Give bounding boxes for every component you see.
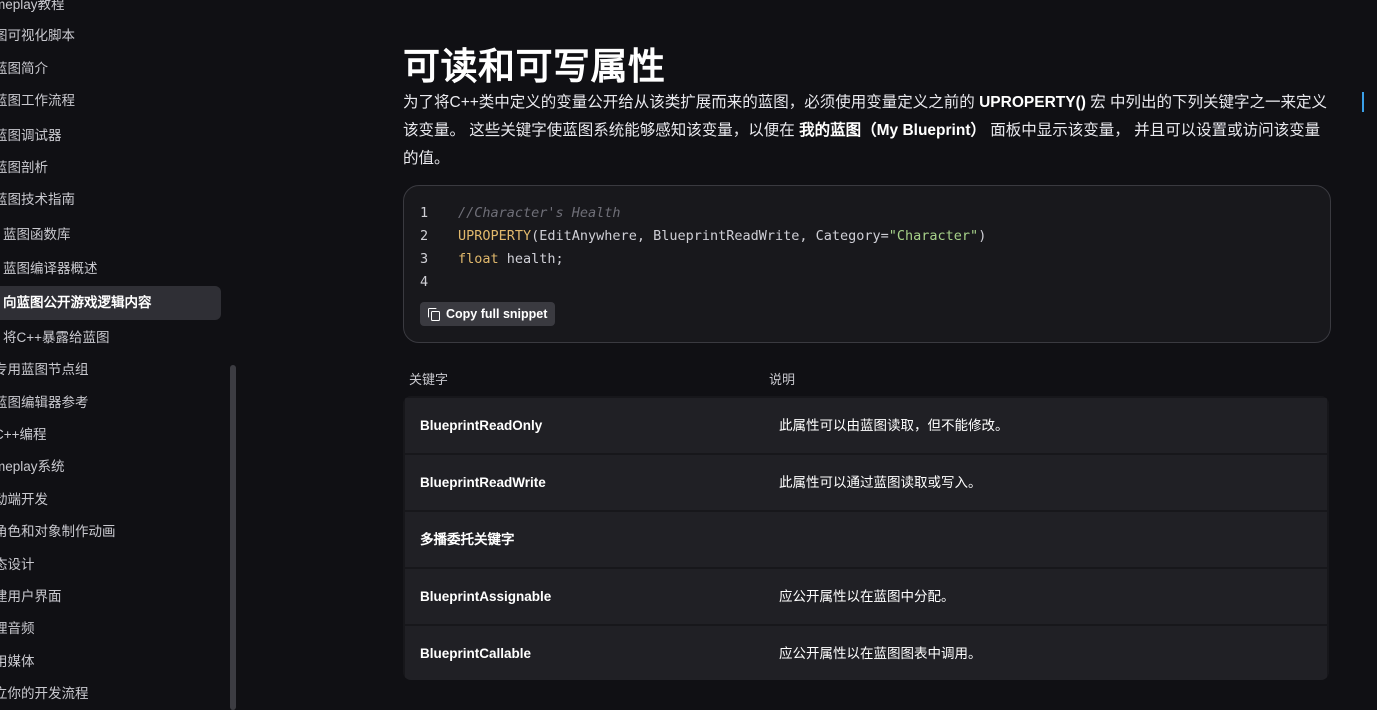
- code-args: (EditAnywhere, BlueprintReadWrite, Categ…: [531, 228, 889, 244]
- table-cell-description: 此属性可以通过蓝图读取或写入。: [779, 475, 982, 490]
- toc-active-marker: [1362, 92, 1364, 112]
- copy-snippet-label: Copy full snippet: [446, 307, 548, 321]
- sidebar-item[interactable]: 蓝图剖析: [0, 152, 48, 184]
- sidebar-scrollbar[interactable]: [230, 365, 236, 710]
- line-number: 4: [420, 274, 429, 290]
- code-line: 4: [420, 271, 458, 294]
- code-line: 3 float health;: [420, 248, 564, 271]
- code-declaration: health;: [498, 251, 564, 267]
- table-row: BlueprintReadOnly 此属性可以由蓝图读取，但不能修改。: [405, 398, 1327, 453]
- code-args-close: ): [978, 228, 987, 244]
- sidebar-item[interactable]: 态设计: [0, 549, 35, 581]
- copy-icon: [428, 308, 440, 321]
- table-header-description: 说明: [769, 372, 796, 387]
- sidebar-item[interactable]: 图可视化脚本: [0, 20, 75, 52]
- sidebar-item[interactable]: 蓝图函数库: [0, 219, 71, 251]
- table-header-keyword: 关键字: [409, 372, 449, 387]
- code-snippet: 1 //Character's Health 2 UPROPERTY(EditAny…: [403, 185, 1331, 343]
- intro-paragraph: 为了将C++类中定义的变量公开给从该类扩展而来的蓝图，必须使用变量定义之前的 U…: [403, 89, 1331, 173]
- table-cell-keyword: 多播委托关键字: [420, 532, 515, 547]
- code-comment: //Character's Health: [458, 205, 621, 221]
- sidebar-item[interactable]: 蓝图调试器: [0, 120, 62, 152]
- table-row: BlueprintReadWrite 此属性可以通过蓝图读取或写入。: [405, 455, 1327, 510]
- intro-bold-uproperty: UPROPERTY(): [979, 94, 1086, 111]
- sidebar-item[interactable]: 角色和对象制作动画: [0, 516, 116, 548]
- table-cell-description: 应公开属性以在蓝图中分配。: [779, 589, 955, 604]
- sidebar-item[interactable]: 动端开发: [0, 484, 48, 516]
- sidebar-item[interactable]: 将C++暴露给蓝图: [0, 322, 110, 354]
- code-line: 2 UPROPERTY(EditAnywhere, BlueprintReadWr…: [420, 225, 986, 248]
- sidebar-item[interactable]: 蓝图编译器概述: [0, 253, 98, 285]
- sidebar-item[interactable]: 专用蓝图节点组: [0, 354, 89, 386]
- table-cell-keyword: BlueprintReadOnly: [420, 418, 543, 433]
- code-type-keyword: float: [458, 251, 499, 267]
- sidebar-item[interactable]: meplay系统: [0, 451, 65, 483]
- copy-snippet-button[interactable]: Copy full snippet: [420, 302, 556, 326]
- table-row: BlueprintCallable 应公开属性以在蓝图图表中调用。: [405, 626, 1327, 680]
- sidebar-item[interactable]: meplay教程: [0, 0, 65, 21]
- intro-bold-my-blueprint: 我的蓝图（My Blueprint）: [799, 122, 986, 139]
- table-cell-description: 应公开属性以在蓝图图表中调用。: [779, 646, 982, 661]
- table-cell-keyword: BlueprintReadWrite: [420, 475, 546, 490]
- sidebar-item[interactable]: 立你的开发流程: [0, 678, 89, 710]
- sidebar-item[interactable]: 蓝图技术指南: [0, 184, 75, 216]
- code-line: 1 //Character's Health: [420, 202, 621, 225]
- sidebar-item[interactable]: 建用户界面: [0, 581, 62, 613]
- line-number: 2: [420, 228, 429, 244]
- table-row-section: 多播委托关键字: [405, 512, 1327, 567]
- table-header: 关键字 说明: [403, 364, 1329, 392]
- code-string: "Character": [888, 228, 979, 244]
- code-macro: UPROPERTY: [458, 228, 532, 244]
- sidebar-item-active[interactable]: 向蓝图公开游戏逻辑内容: [0, 286, 221, 320]
- sidebar-item[interactable]: 蓝图简介: [0, 53, 48, 85]
- table-cell-description: 此属性可以由蓝图读取，但不能修改。: [779, 418, 1009, 433]
- table-row: BlueprintAssignable 应公开属性以在蓝图中分配。: [405, 569, 1327, 624]
- sidebar-item[interactable]: 理音频: [0, 613, 35, 645]
- sidebar-nav: meplay教程 图可视化脚本 蓝图简介 蓝图工作流程 蓝图调试器 蓝图剖析 蓝…: [0, 0, 232, 710]
- table-cell-keyword: BlueprintAssignable: [420, 589, 552, 604]
- sidebar-item[interactable]: 蓝图编辑器参考: [0, 387, 89, 419]
- sidebar-item[interactable]: 蓝图工作流程: [0, 85, 75, 117]
- line-number: 3: [420, 251, 429, 267]
- line-number: 1: [420, 205, 429, 221]
- keyword-table: BlueprintReadOnly 此属性可以由蓝图读取，但不能修改。 Blue…: [403, 396, 1329, 680]
- sidebar-item[interactable]: 用媒体: [0, 646, 35, 678]
- sidebar-item[interactable]: C++编程: [0, 419, 47, 451]
- intro-text: 为了将C++类中定义的变量公开给从该类扩展而来的蓝图，必须使用变量定义之前的: [403, 94, 980, 111]
- page-title: 可读和可写属性: [403, 45, 666, 88]
- table-cell-keyword: BlueprintCallable: [420, 646, 532, 661]
